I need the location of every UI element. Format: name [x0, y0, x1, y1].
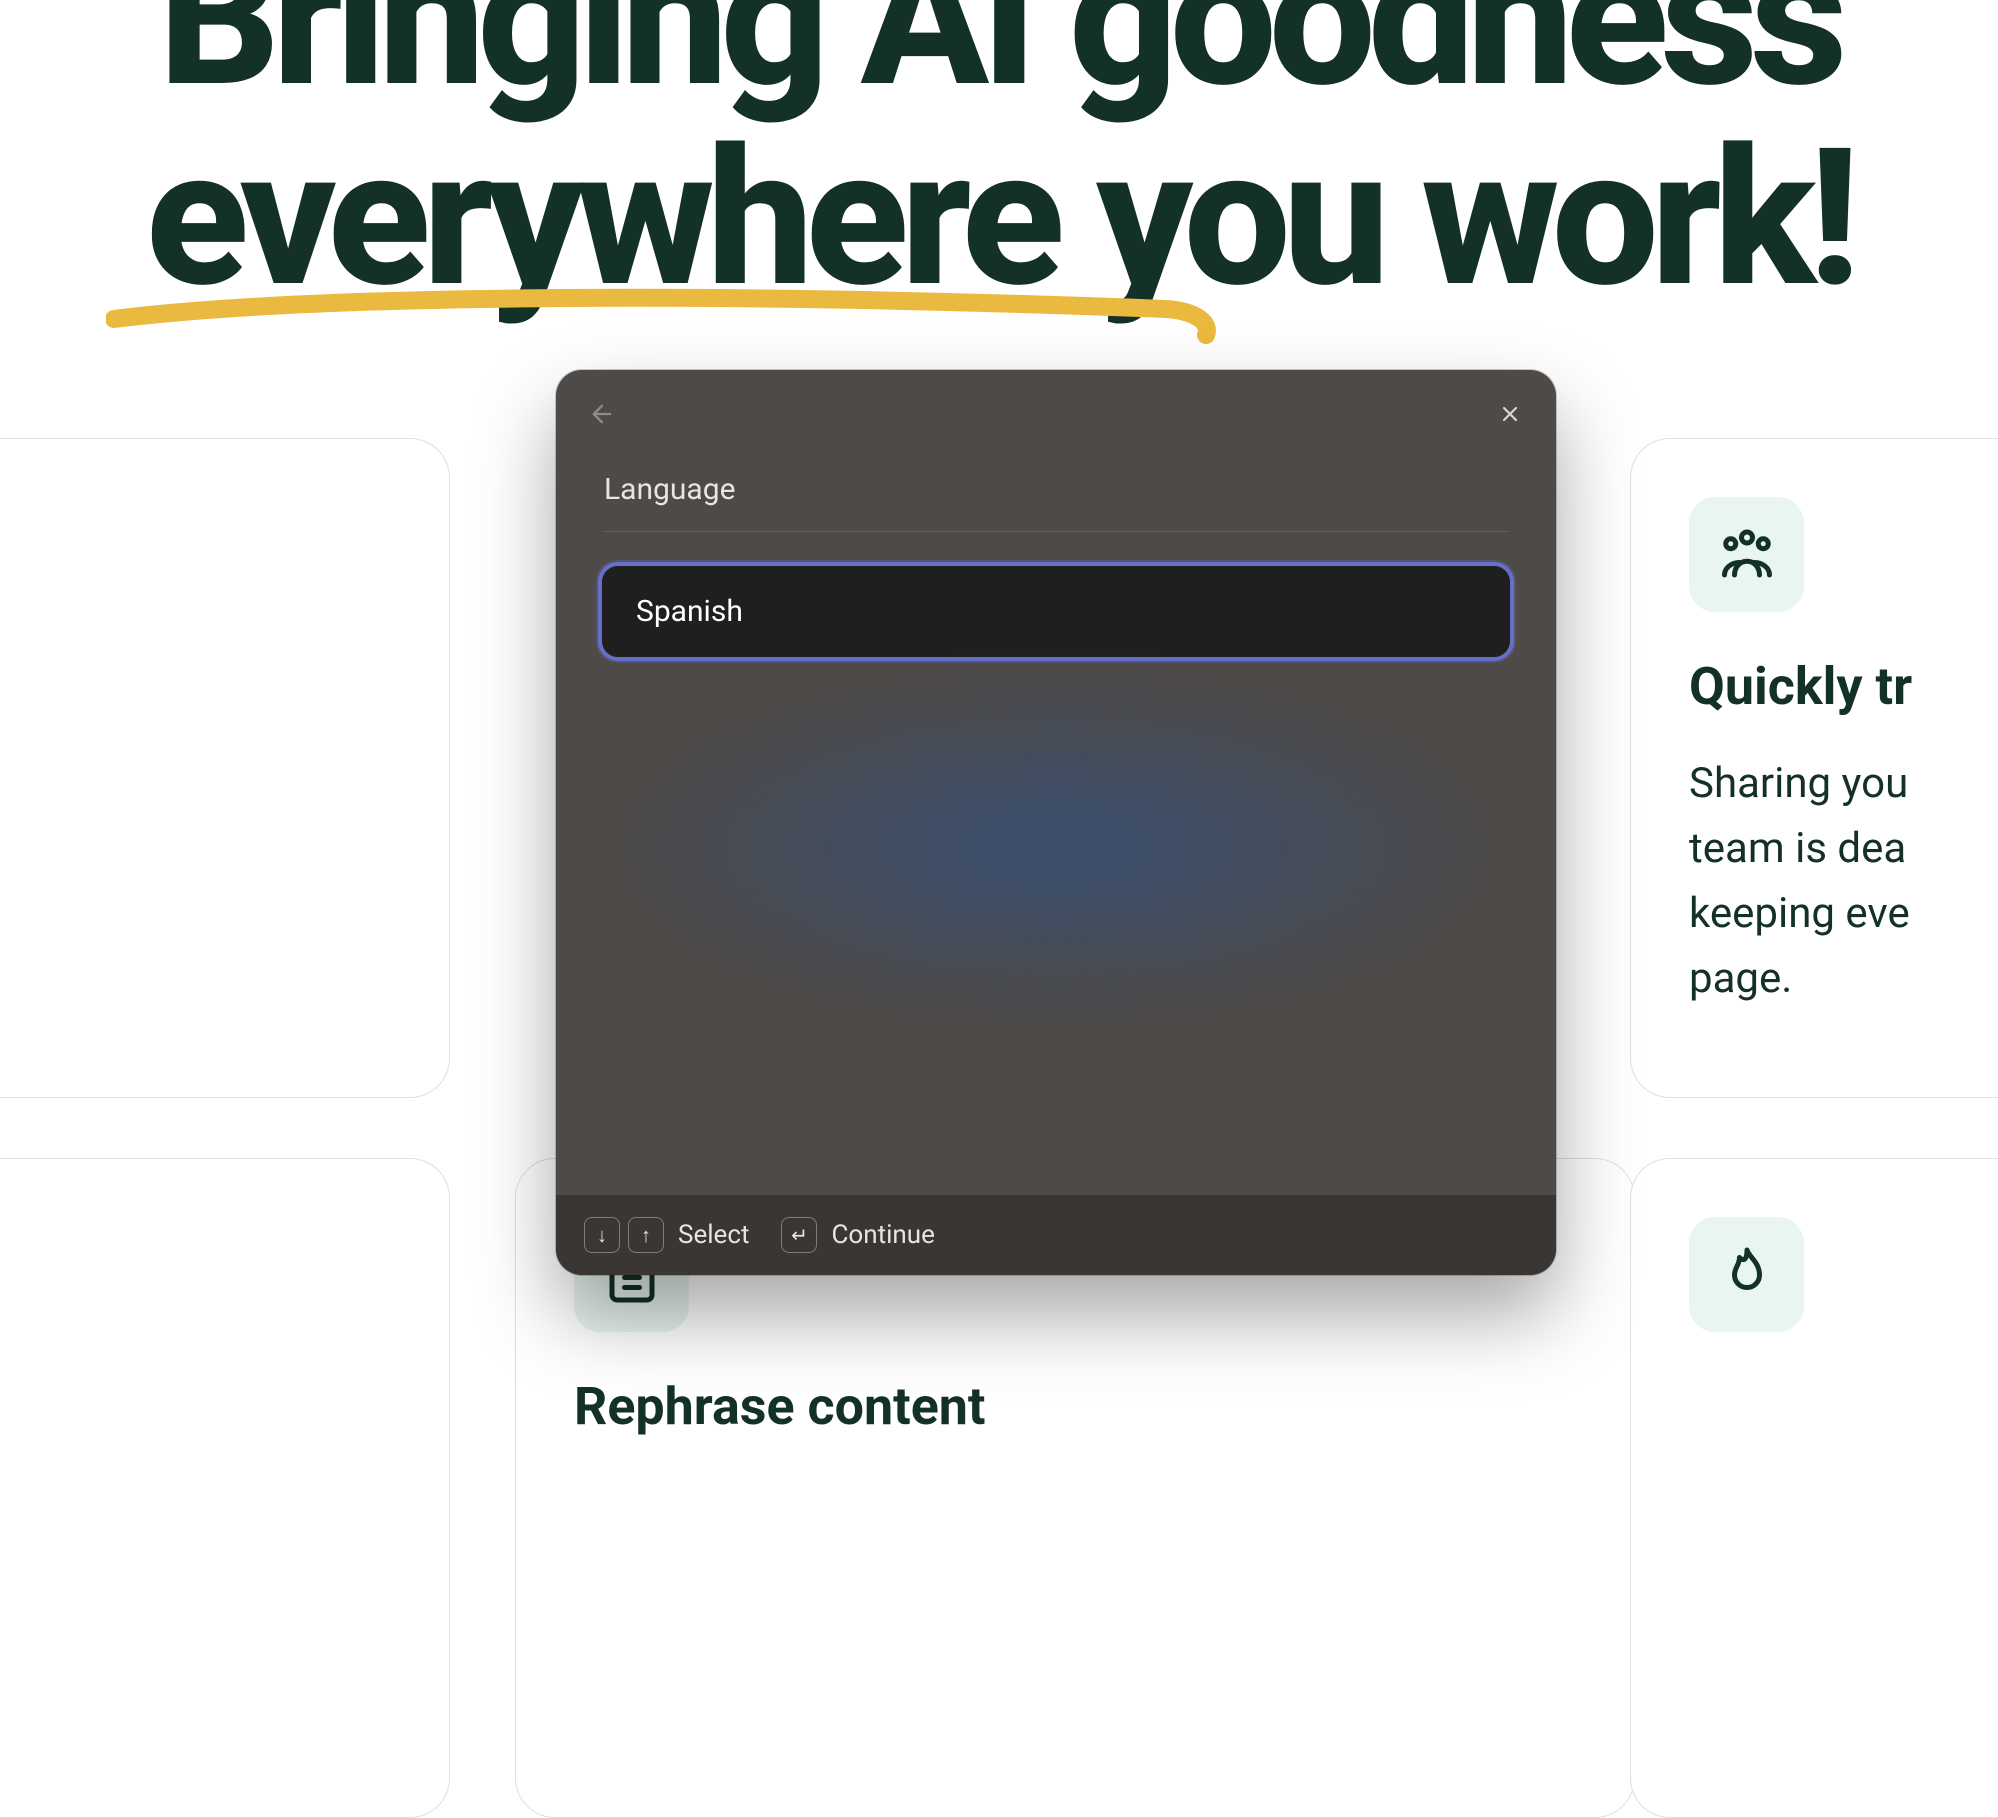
language-option-spanish[interactable]: Spanish — [598, 562, 1514, 661]
card-body: r Windows, rowsers! — [0, 751, 391, 881]
feature-card-posts: a posts r Windows, rowsers! — [0, 438, 450, 1098]
modal-footer: ↓ ↑ Select ↵ Continue — [556, 1195, 1556, 1275]
arrow-left-icon — [588, 400, 616, 428]
select-label: Select — [678, 1220, 749, 1250]
card-title: ails — [0, 1376, 391, 1437]
modal-section-label: Language — [556, 432, 1556, 531]
close-icon — [1498, 402, 1522, 426]
card-title: Quickly tr — [1689, 656, 1998, 717]
hero-headline: Bringing AI goodness everywhere you work… — [0, 0, 1998, 319]
glow-decoration — [616, 682, 1496, 1012]
arrow-down-key: ↓ — [584, 1217, 620, 1253]
feature-card-emails: ails — [0, 1158, 450, 1818]
feature-card-fire — [1630, 1158, 1998, 1818]
card-title: Rephrase content — [574, 1376, 1576, 1437]
hero-line2-rest: you work! — [1057, 108, 1852, 330]
continue-hint: ↵ Continue — [781, 1217, 934, 1253]
card-body: Sharing you team is dea keeping eve page… — [1689, 751, 1998, 1011]
enter-key: ↵ — [781, 1217, 817, 1253]
feature-card-share: Quickly tr Sharing you team is dea keepi… — [1630, 438, 1998, 1098]
select-hint: ↓ ↑ Select — [584, 1217, 749, 1253]
back-button[interactable] — [584, 396, 620, 432]
option-label: Spanish — [636, 594, 743, 629]
people-icon — [1689, 497, 1804, 612]
flame-icon — [1689, 1217, 1804, 1332]
continue-label: Continue — [831, 1220, 934, 1250]
hero-line2-emphasis: everywhere — [146, 108, 1057, 330]
language-modal: Language Spanish ↓ ↑ Select ↵ Continue — [556, 370, 1556, 1275]
close-button[interactable] — [1492, 396, 1528, 432]
arrow-up-key: ↑ — [628, 1217, 664, 1253]
card-title: a posts — [0, 656, 391, 717]
